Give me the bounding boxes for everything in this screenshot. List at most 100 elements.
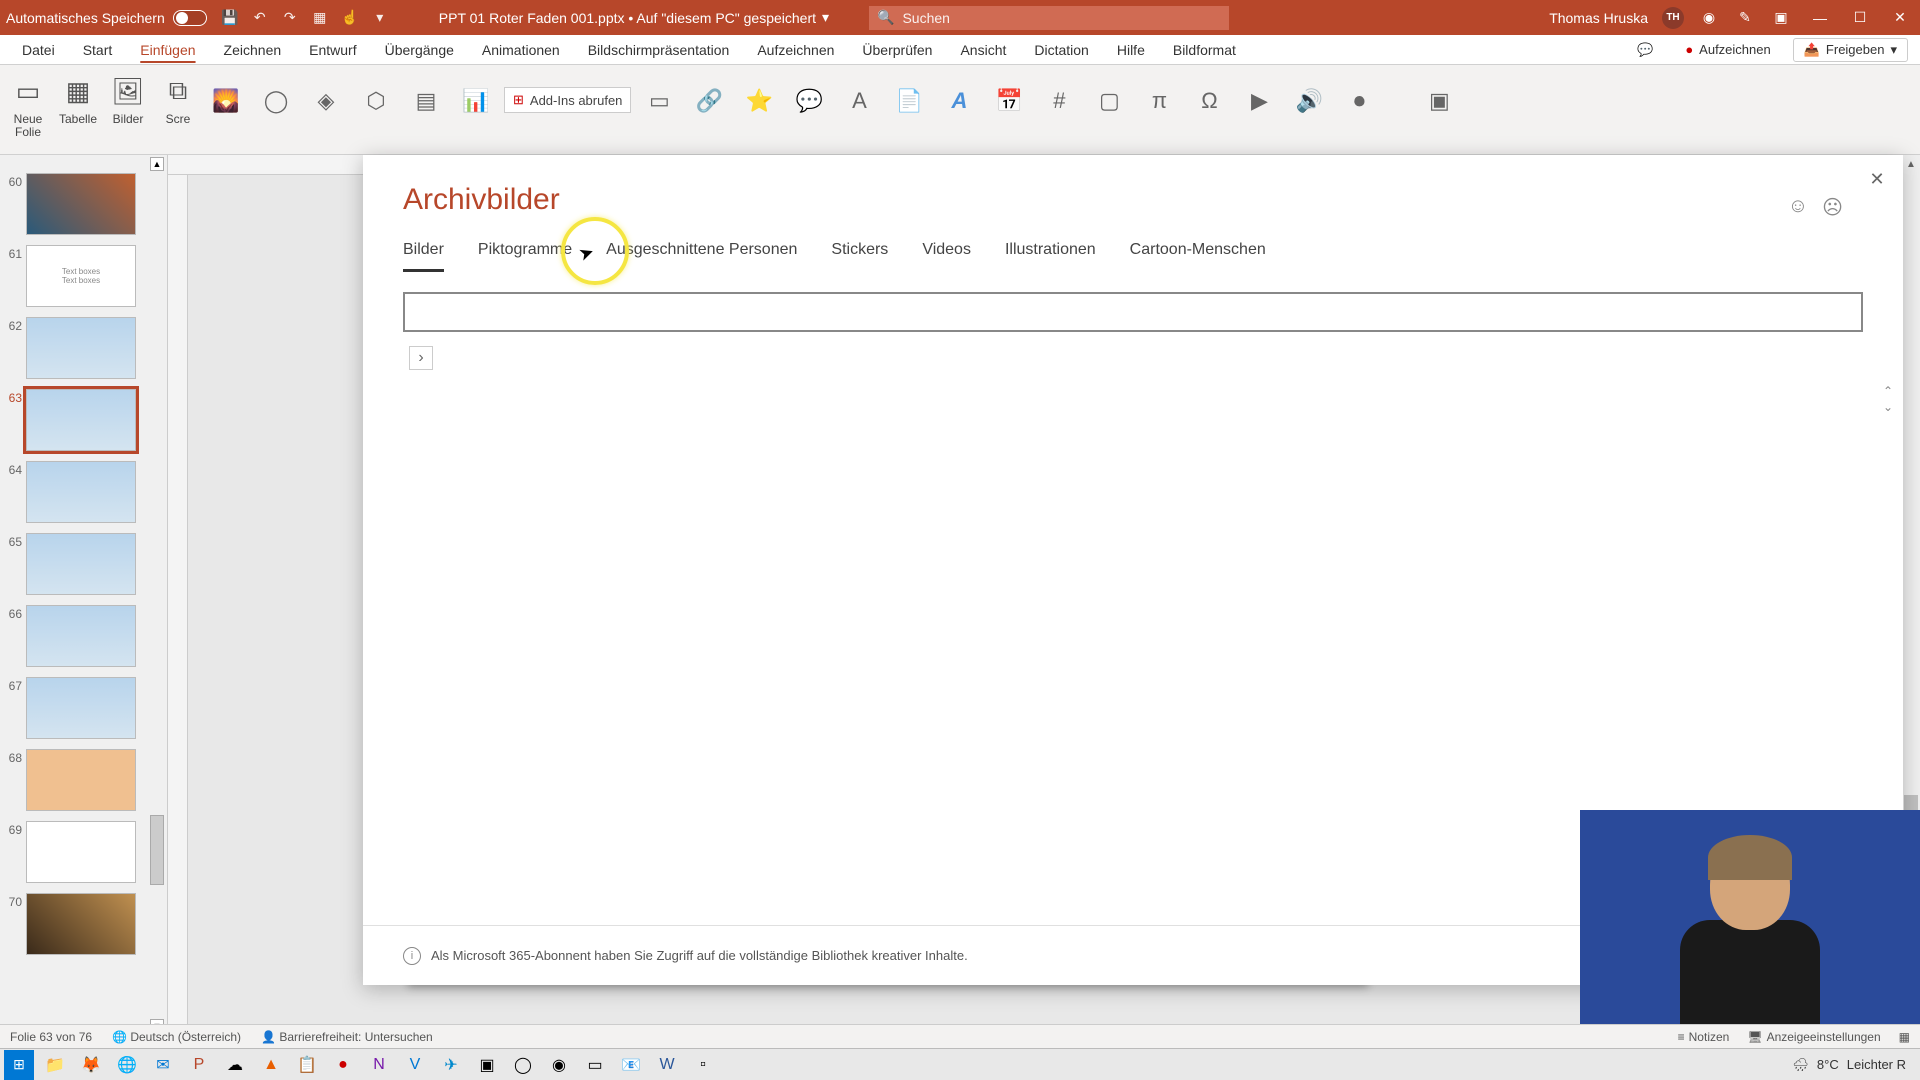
table-button[interactable]: ▦ Tabelle: [58, 69, 98, 150]
slide-thumbnail[interactable]: 63: [2, 389, 165, 451]
photo-album-icon[interactable]: 🌄: [208, 83, 244, 119]
addins-button[interactable]: ⊞ Add-Ins abrufen: [504, 87, 631, 113]
modal-tab-stickers[interactable]: Stickers: [831, 241, 888, 272]
word-icon[interactable]: W: [652, 1050, 682, 1080]
app-icon[interactable]: ●: [328, 1050, 358, 1080]
privacy-icon[interactable]: ✎: [1734, 7, 1756, 29]
save-icon[interactable]: 💾: [221, 9, 239, 27]
search-box[interactable]: 🔍 Suchen: [869, 6, 1229, 30]
shapes-icon[interactable]: ◯: [258, 83, 294, 119]
maximize-button[interactable]: ☐: [1840, 0, 1880, 35]
window-layout-icon[interactable]: ▣: [1770, 7, 1792, 29]
canvas-scroll-up[interactable]: ▲: [1902, 155, 1920, 173]
view-normal-icon[interactable]: ▦: [1899, 1030, 1910, 1044]
undo-icon[interactable]: ↶: [251, 9, 269, 27]
firefox-icon[interactable]: 🦊: [76, 1050, 106, 1080]
video-icon[interactable]: ▶: [1241, 83, 1277, 119]
tab-hilfe[interactable]: Hilfe: [1103, 35, 1159, 64]
minimize-button[interactable]: —: [1800, 0, 1840, 35]
results-scroll-down[interactable]: ⌄: [1883, 400, 1893, 414]
modal-tab-videos[interactable]: Videos: [922, 241, 971, 272]
share-button[interactable]: 📤 Freigeben ▾: [1793, 38, 1908, 62]
object-icon[interactable]: ▢: [1091, 83, 1127, 119]
zoom-icon[interactable]: ▭: [641, 83, 677, 119]
slide-thumbnail[interactable]: 69: [2, 821, 165, 883]
app-icon[interactable]: 📧: [616, 1050, 646, 1080]
tab-ueberpruefen[interactable]: Überprüfen: [848, 35, 946, 64]
tab-bildformat[interactable]: Bildformat: [1159, 35, 1250, 64]
header-footer-icon[interactable]: 📄: [891, 83, 927, 119]
tab-aufzeichnen[interactable]: Aufzeichnen: [743, 35, 848, 64]
notes-button[interactable]: ≡ Notizen: [1678, 1030, 1730, 1044]
modal-tab-illustrationen[interactable]: Illustrationen: [1005, 241, 1096, 272]
app-icon[interactable]: V: [400, 1050, 430, 1080]
tab-einfuegen[interactable]: Einfügen: [126, 35, 209, 64]
comments-button[interactable]: 💬: [1627, 39, 1663, 61]
new-slide-button[interactable]: ▭ Neue Folie: [8, 69, 48, 150]
images-button[interactable]: 🖼 Bilder: [108, 69, 148, 150]
record-button[interactable]: ● Aufzeichnen: [1675, 39, 1780, 60]
onenote-icon[interactable]: N: [364, 1050, 394, 1080]
action-icon[interactable]: ⭐: [741, 83, 777, 119]
slide-thumbnail[interactable]: 61Text boxes Text boxes: [2, 245, 165, 307]
tab-datei[interactable]: Datei: [8, 35, 69, 64]
app-icon[interactable]: ◯: [508, 1050, 538, 1080]
app-icon[interactable]: ▭: [580, 1050, 610, 1080]
textbox-icon[interactable]: A: [841, 83, 877, 119]
user-avatar[interactable]: TH: [1662, 7, 1684, 29]
present-icon[interactable]: ▦: [311, 9, 329, 27]
slide-thumbnail[interactable]: 64: [2, 461, 165, 523]
slide-thumbnail[interactable]: 62: [2, 317, 165, 379]
close-button[interactable]: ✕: [1880, 0, 1920, 35]
slide-thumbnail[interactable]: 65: [2, 533, 165, 595]
tab-ansicht[interactable]: Ansicht: [946, 35, 1020, 64]
coming-soon-icon[interactable]: ◉: [1698, 7, 1720, 29]
audio-icon[interactable]: 🔊: [1291, 83, 1327, 119]
title-dropdown-icon[interactable]: ▾: [822, 9, 829, 26]
tab-animationen[interactable]: Animationen: [468, 35, 574, 64]
start-button[interactable]: ⊞: [4, 1050, 34, 1080]
vlc-icon[interactable]: ▲: [256, 1050, 286, 1080]
app-icon[interactable]: ◉: [544, 1050, 574, 1080]
slide-thumbnail[interactable]: 66: [2, 605, 165, 667]
slide-thumbnail[interactable]: 60: [2, 173, 165, 235]
modal-tab-piktogramme[interactable]: Piktogramme: [478, 241, 572, 272]
slide-thumbnail[interactable]: 67: [2, 677, 165, 739]
modal-search-input[interactable]: [403, 292, 1863, 332]
autosave-toggle[interactable]: [173, 10, 207, 26]
tab-bildschirm[interactable]: Bildschirmpräsentation: [574, 35, 744, 64]
qat-more-icon[interactable]: ▾: [371, 9, 389, 27]
tab-entwurf[interactable]: Entwurf: [295, 35, 370, 64]
app-icon[interactable]: 📋: [292, 1050, 322, 1080]
accessibility-checker[interactable]: 👤 Barrierefreiheit: Untersuchen: [261, 1030, 433, 1044]
smile-icon[interactable]: ☺: [1788, 195, 1808, 220]
modal-tab-cartoon[interactable]: Cartoon-Menschen: [1130, 241, 1266, 272]
wordart-icon[interactable]: A: [941, 83, 977, 119]
touch-icon[interactable]: ☝: [341, 9, 359, 27]
powerpoint-icon[interactable]: P: [184, 1050, 214, 1080]
equation-icon[interactable]: π: [1141, 83, 1177, 119]
smartart-icon[interactable]: ◈: [308, 83, 344, 119]
tab-dictation[interactable]: Dictation: [1020, 35, 1102, 64]
display-settings-button[interactable]: 🖥 Anzeigeeinstellungen: [1747, 1030, 1880, 1044]
screen-recording-icon[interactable]: ⏺: [1341, 83, 1377, 119]
comment-icon[interactable]: 💬: [791, 83, 827, 119]
user-name[interactable]: Thomas Hruska: [1549, 10, 1648, 26]
symbol-icon[interactable]: Ω: [1191, 83, 1227, 119]
app-icon[interactable]: ▣: [472, 1050, 502, 1080]
file-explorer-icon[interactable]: 📁: [40, 1050, 70, 1080]
modal-close-button[interactable]: ✕: [1865, 167, 1889, 191]
modal-tab-bilder[interactable]: Bilder: [403, 241, 444, 272]
smartart2-icon[interactable]: ▤: [408, 83, 444, 119]
chrome-icon[interactable]: 🌐: [112, 1050, 142, 1080]
modal-tab-personen[interactable]: Ausgeschnittene Personen: [606, 241, 797, 272]
slide-counter[interactable]: Folie 63 von 76: [10, 1030, 92, 1044]
slide-thumbnail[interactable]: 70: [2, 893, 165, 955]
telegram-icon[interactable]: ✈: [436, 1050, 466, 1080]
slide-scroll-up[interactable]: ▲: [150, 157, 164, 171]
language-selector[interactable]: 🌐 Deutsch (Österreich): [112, 1030, 241, 1044]
app-icon[interactable]: ▫: [688, 1050, 718, 1080]
weather-widget[interactable]: 🌧 8°C Leichter R: [1792, 1057, 1916, 1073]
cameo-icon[interactable]: ▣: [1421, 83, 1457, 119]
slide-number-icon[interactable]: #: [1041, 83, 1077, 119]
